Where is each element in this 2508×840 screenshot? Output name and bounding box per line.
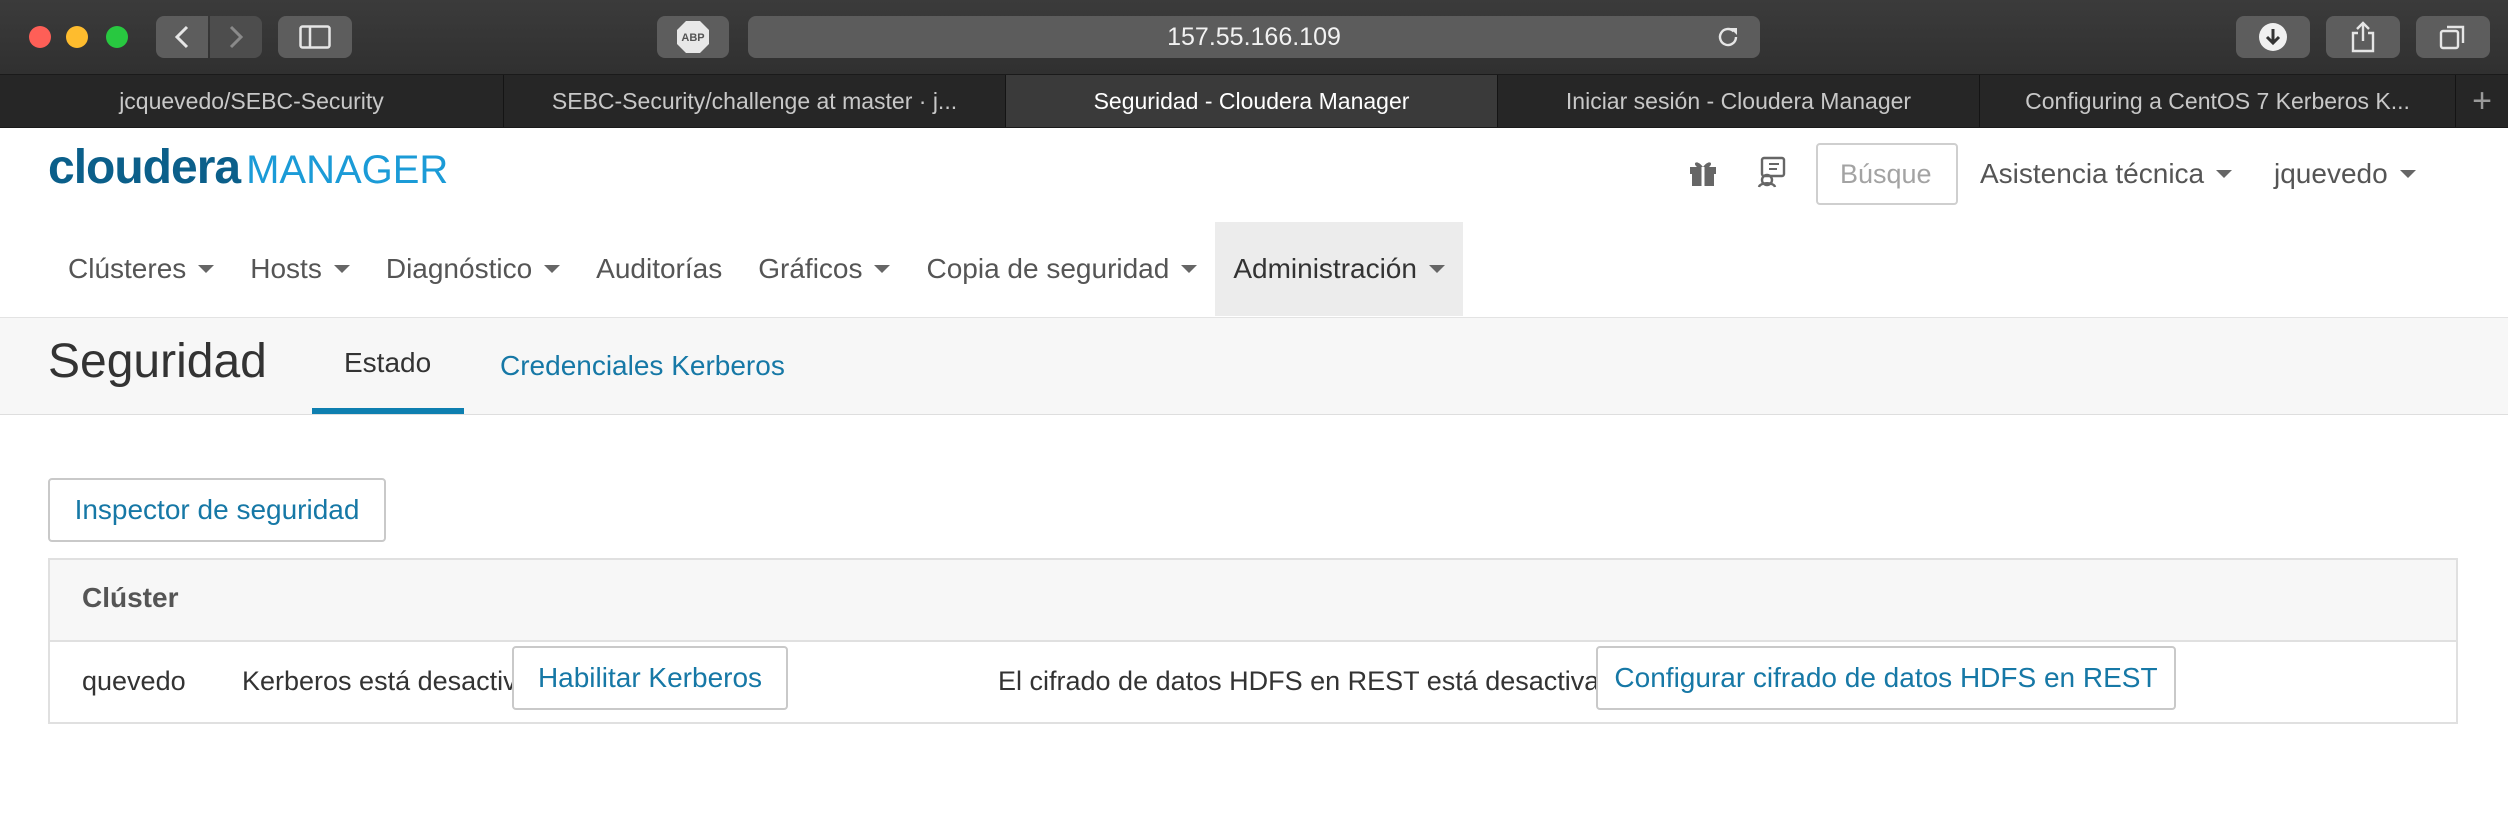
cluster-name[interactable]: quevedo	[82, 666, 186, 697]
hdfs-encryption-status: El cifrado de datos HDFS en REST está de…	[998, 666, 1630, 696]
search-input[interactable]	[1816, 143, 1958, 205]
url-text: 157.55.166.109	[1167, 22, 1341, 51]
forward-button[interactable]	[210, 16, 262, 58]
chevron-down-icon	[2216, 170, 2233, 178]
nav-item-charts[interactable]: Gráficos	[740, 222, 908, 316]
nav-item-label: Clústeres	[68, 253, 187, 284]
downloads-button[interactable]	[2236, 16, 2310, 58]
browser-tab-title: Configuring a CentOS 7 Kerberos K...	[2025, 87, 2410, 114]
new-tab-button[interactable]: +	[2456, 75, 2508, 127]
support-menu[interactable]: Asistencia técnica	[1980, 158, 2233, 190]
browser-tab-active[interactable]: Seguridad - Cloudera Manager	[1006, 75, 1498, 127]
adblock-icon: ABP	[677, 21, 709, 53]
share-button[interactable]	[2326, 16, 2400, 58]
tab-label: Credenciales Kerberos	[500, 350, 785, 381]
configure-hdfs-encryption-button[interactable]: Configurar cifrado de datos HDFS en REST	[1596, 646, 2176, 710]
back-icon	[174, 25, 189, 49]
browser-tab-title: SEBC-Security/challenge at master · j...	[551, 87, 958, 114]
nav-item-label: Copia de seguridad	[926, 253, 1170, 284]
cloudera-manager-logo[interactable]: cloudera MANAGER	[48, 140, 448, 194]
tab-kerberos-credentials[interactable]: Credenciales Kerberos	[468, 318, 817, 414]
nav-item-diagnostics[interactable]: Diagnóstico	[368, 222, 578, 316]
table-header: Clúster	[50, 560, 2456, 642]
tab-status[interactable]: Estado	[312, 318, 464, 414]
chevron-down-icon	[1181, 265, 1198, 273]
adblock-button[interactable]: ABP	[657, 16, 729, 58]
nav-item-label: Hosts	[250, 253, 322, 284]
adblock-label: ABP	[681, 32, 704, 44]
chevron-down-icon	[198, 265, 215, 273]
tabs-icon	[2439, 25, 2465, 50]
nav-item-clusters[interactable]: Clústeres	[50, 222, 232, 316]
support-icon[interactable]	[1756, 156, 1790, 188]
forward-icon	[229, 25, 244, 49]
security-inspector-button[interactable]: Inspector de seguridad	[48, 478, 386, 542]
page-title: Seguridad	[48, 335, 267, 388]
plus-icon: +	[2472, 81, 2492, 120]
logo-brand: cloudera	[48, 141, 241, 194]
sidebar-toggle-button[interactable]	[278, 16, 352, 58]
browser-tab[interactable]: Iniciar sesión - Cloudera Manager	[1498, 75, 1980, 127]
address-bar[interactable]: 157.55.166.109	[748, 16, 1760, 58]
browser-tab[interactable]: Configuring a CentOS 7 Kerberos K...	[1980, 75, 2456, 127]
browser-tab[interactable]: SEBC-Security/challenge at master · j...	[504, 75, 1006, 127]
browser-tab-title: jcquevedo/SEBC-Security	[119, 87, 384, 114]
gift-icon[interactable]	[1687, 156, 1719, 188]
browser-toolbar: ABP 157.55.166.109	[0, 0, 2508, 74]
browser-tab-bar: jcquevedo/SEBC-Security SEBC-Security/ch…	[0, 74, 2508, 128]
chevron-down-icon	[2399, 170, 2416, 178]
nav-item-audits[interactable]: Auditorías	[578, 222, 740, 316]
browser-tab-title: Seguridad - Cloudera Manager	[1093, 87, 1410, 114]
chevron-down-icon	[544, 265, 561, 273]
enable-kerberos-button[interactable]: Habilitar Kerberos	[512, 646, 788, 710]
browser-tab[interactable]: jcquevedo/SEBC-Security	[0, 75, 504, 127]
nav-item-hosts[interactable]: Hosts	[232, 222, 368, 316]
minimize-window-button[interactable]	[66, 26, 88, 48]
support-menu-label: Asistencia técnica	[1980, 158, 2205, 189]
chevron-down-icon	[333, 265, 350, 273]
close-window-button[interactable]	[29, 26, 51, 48]
nav-item-backup[interactable]: Copia de seguridad	[908, 222, 1215, 316]
share-icon	[2351, 21, 2375, 53]
nav-item-label: Gráficos	[758, 253, 863, 284]
logo-product: MANAGER	[246, 148, 449, 192]
nav-item-label: Auditorías	[596, 253, 723, 284]
sidebar-icon	[299, 25, 331, 49]
reload-icon[interactable]	[1716, 25, 1740, 49]
nav-item-label: Diagnóstico	[385, 253, 533, 284]
tab-label: Estado	[344, 347, 432, 378]
user-menu[interactable]: jquevedo	[2274, 158, 2416, 190]
back-button[interactable]	[156, 16, 208, 58]
nav-item-administration[interactable]: Administración	[1215, 222, 1463, 316]
browser-tab-title: Iniciar sesión - Cloudera Manager	[1565, 87, 1912, 114]
chevron-down-icon	[874, 265, 891, 273]
nav-item-label: Administración	[1233, 253, 1417, 284]
main-nav: Clústeres Hosts Diagnóstico Auditorías G…	[50, 222, 1463, 316]
download-icon	[2259, 23, 2287, 51]
zoom-window-button[interactable]	[106, 26, 128, 48]
user-menu-label: jquevedo	[2274, 158, 2388, 189]
tab-overview-button[interactable]	[2416, 16, 2490, 58]
column-header-cluster: Clúster	[82, 582, 179, 613]
chevron-down-icon	[1428, 265, 1445, 273]
page-header: Seguridad Estado Credenciales Kerberos	[0, 317, 2508, 415]
